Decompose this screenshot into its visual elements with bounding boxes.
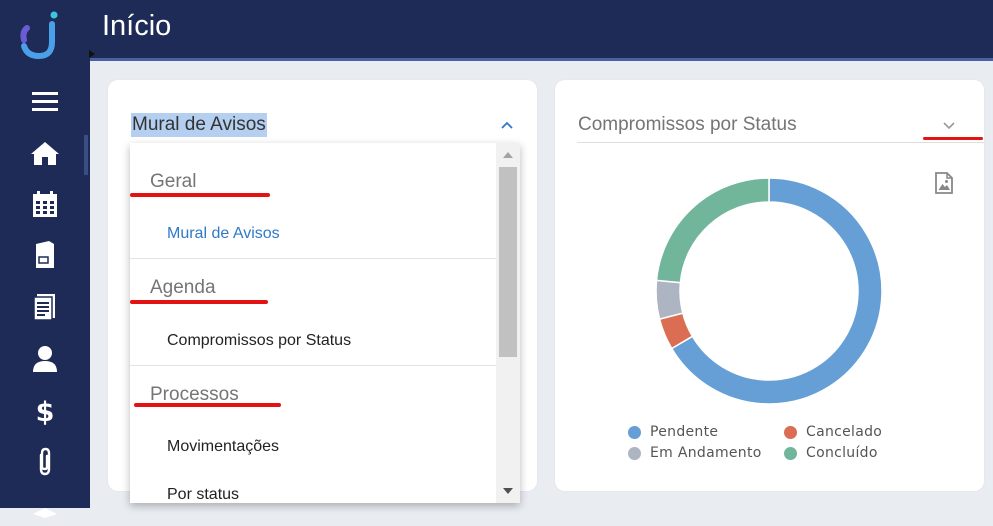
active-indicator (84, 135, 88, 175)
app-logo (20, 11, 58, 60)
box-icon[interactable] (28, 496, 62, 526)
widget-card-compromissos: Compromissos por Status Pendente Cancelad… (555, 80, 984, 491)
chevron-up-icon[interactable] (500, 120, 514, 130)
calendar-icon[interactable] (28, 189, 62, 219)
svg-text:$: $ (36, 397, 55, 426)
donut-slices (655, 177, 883, 405)
header-underline (90, 58, 993, 61)
option-movimentacoes[interactable]: Movimentações (167, 438, 279, 456)
donut-slice-conclu-do[interactable] (655, 177, 770, 284)
legend-dot (628, 447, 641, 460)
donut-slice-em-andamento[interactable] (655, 279, 684, 321)
annotation-line (134, 403, 281, 407)
menu-icon[interactable] (28, 86, 62, 116)
option-por-status[interactable]: Por status (167, 486, 239, 503)
annotation-line (923, 137, 983, 140)
legend-label: Pendente (650, 424, 719, 440)
legend-dot (784, 426, 797, 439)
donut-chart (655, 177, 883, 405)
option-mural-de-avisos[interactable]: Mural de Avisos (167, 225, 280, 243)
legend-label: Cancelado (806, 424, 883, 440)
annotation-line (130, 193, 270, 197)
scroll-down-arrow-icon[interactable] (503, 488, 513, 494)
legend-dot (628, 426, 641, 439)
paperclip-icon[interactable] (28, 447, 62, 477)
legend-label: Em Andamento (650, 445, 762, 461)
folder-icon[interactable] (28, 240, 62, 270)
widget-select-value: Mural de Avisos (131, 113, 267, 137)
home-icon[interactable] (28, 138, 62, 168)
user-icon[interactable] (28, 344, 62, 374)
sidebar-caret-icon (89, 50, 95, 58)
dropdown-group-geral: Geral (150, 171, 197, 192)
dropdown-divider (130, 258, 496, 259)
widget-dropdown-menu: Geral Mural de Avisos Agenda Compromisso… (130, 143, 520, 503)
scrollbar-thumb[interactable] (499, 167, 517, 357)
dropdown-group-agenda: Agenda (150, 277, 216, 298)
legend-dot (784, 447, 797, 460)
dropdown-scrollbar[interactable] (496, 143, 520, 503)
annotation-line (130, 300, 268, 304)
dropdown-divider (130, 365, 496, 366)
scroll-up-arrow-icon[interactable] (503, 152, 513, 158)
sidebar: $ (0, 0, 90, 518)
widget-select-mural[interactable]: Mural de Avisos (130, 112, 520, 145)
dollar-icon[interactable]: $ (28, 396, 62, 426)
page-title: Início (102, 10, 172, 42)
document-icon[interactable] (28, 292, 62, 322)
legend-label: Concluído (806, 445, 878, 461)
option-compromissos-por-status[interactable]: Compromissos por Status (167, 332, 351, 350)
top-header: Início (90, 0, 993, 60)
